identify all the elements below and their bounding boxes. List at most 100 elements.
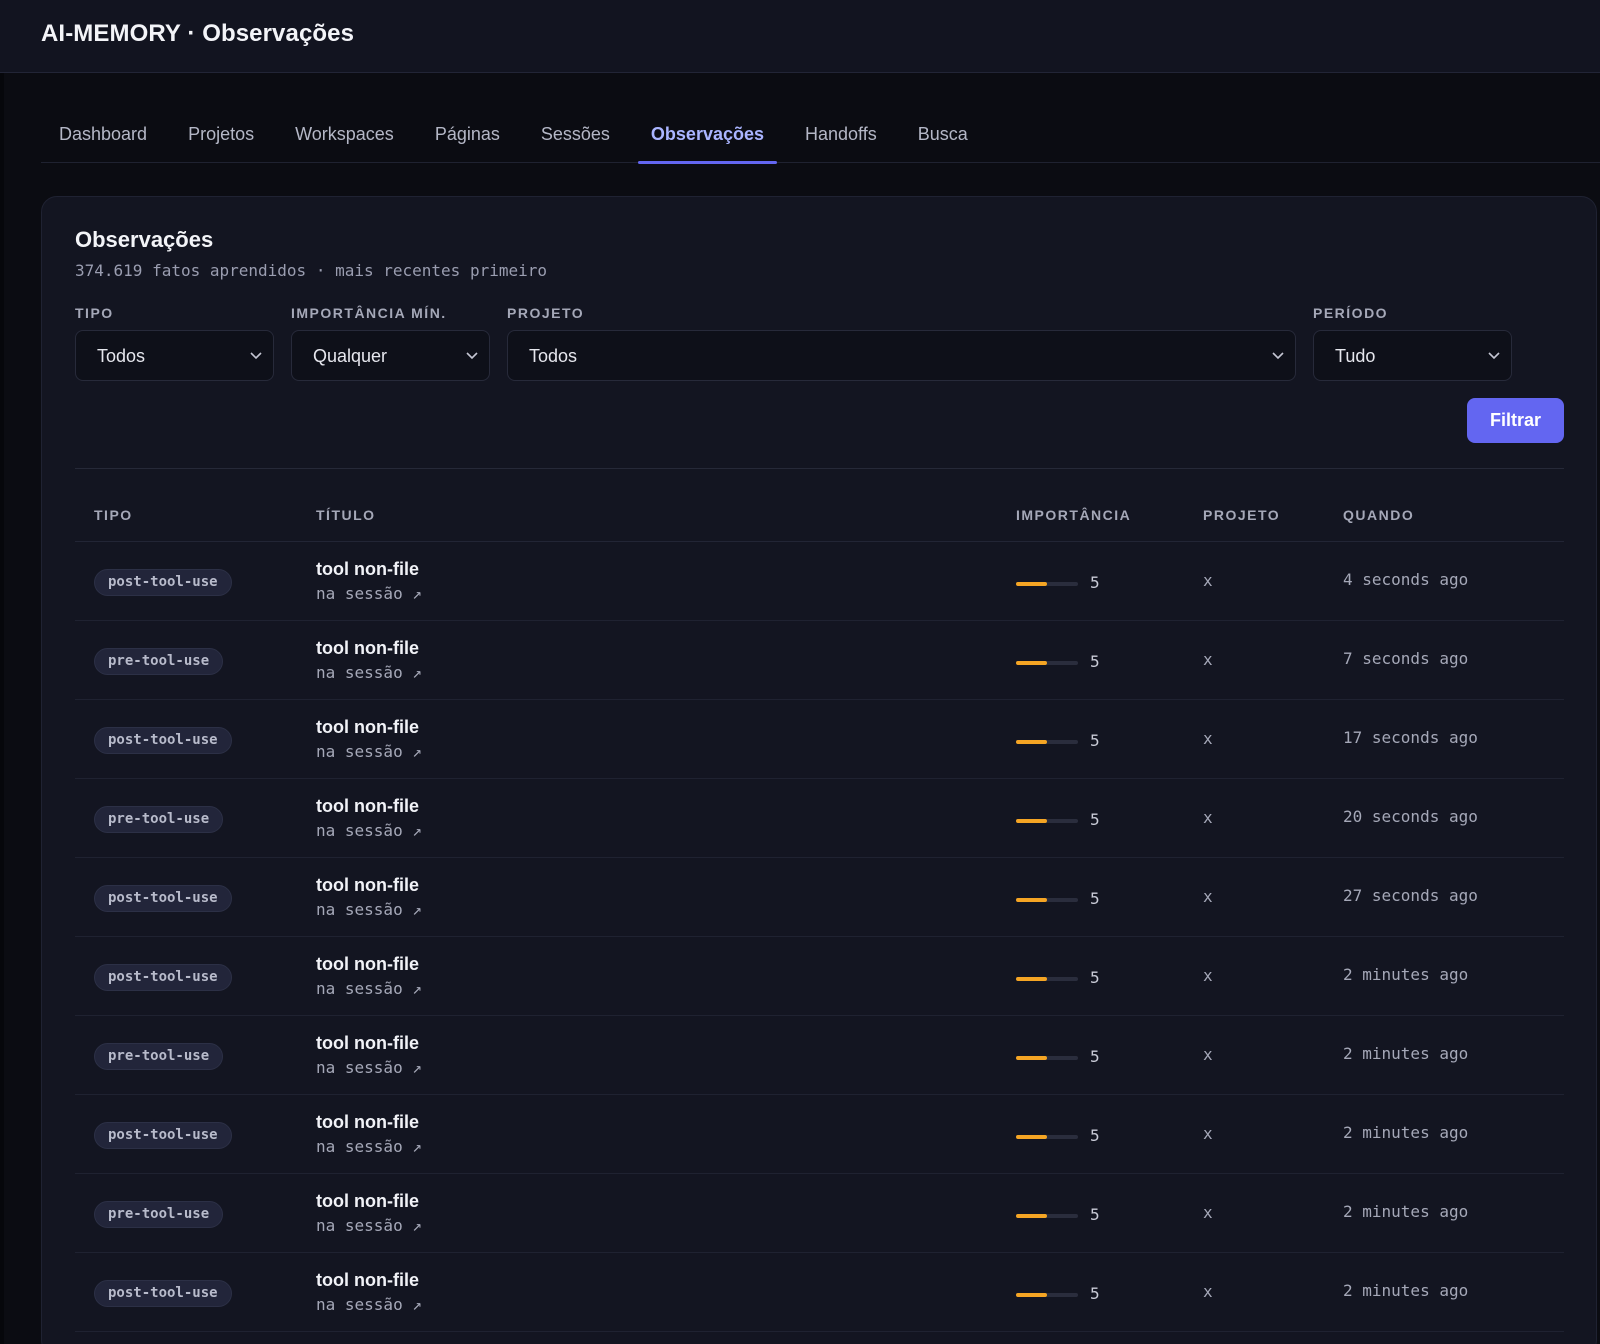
observation-title[interactable]: tool non-file xyxy=(316,875,419,896)
filter-label-tipo: TIPO xyxy=(75,305,114,321)
timestamp: 2 minutes ago xyxy=(1343,1123,1469,1142)
importance-bar xyxy=(1016,661,1078,665)
type-badge: post-tool-use xyxy=(94,1122,232,1149)
importance-bar-fill xyxy=(1016,661,1047,665)
importance-bar-fill xyxy=(1016,1056,1047,1060)
table-row: pre-tool-use tool non-file na sessão ↗ 5… xyxy=(75,779,1564,858)
project-value: x xyxy=(1203,729,1213,748)
session-link[interactable]: na sessão ↗ xyxy=(316,663,422,682)
observation-title[interactable]: tool non-file xyxy=(316,1270,419,1291)
tab-sessoes[interactable]: Sessões xyxy=(523,110,628,163)
timestamp: 2 minutes ago xyxy=(1343,1044,1469,1063)
table-row: pre-tool-use tool non-file na sessão ↗ 5… xyxy=(75,621,1564,700)
observation-title[interactable]: tool non-file xyxy=(316,1191,419,1212)
importance-value: 5 xyxy=(1090,889,1100,908)
tab-observacoes[interactable]: Observações xyxy=(633,110,782,164)
filter-label-importancia: IMPORTÂNCIA MÍN. xyxy=(291,305,447,321)
projeto-select[interactable]: Todos xyxy=(507,330,1296,381)
importance-bar xyxy=(1016,740,1078,744)
importance-bar xyxy=(1016,1135,1078,1139)
session-link[interactable]: na sessão ↗ xyxy=(316,1058,422,1077)
importance-bar xyxy=(1016,1056,1078,1060)
importancia-select[interactable]: Qualquer xyxy=(291,330,490,381)
table-row: post-tool-use tool non-file na sessão ↗ … xyxy=(75,937,1564,1016)
timestamp: 27 seconds ago xyxy=(1343,886,1478,905)
tipo-select[interactable]: Todos xyxy=(75,330,274,381)
session-link[interactable]: na sessão ↗ xyxy=(316,1295,422,1314)
filter-button[interactable]: Filtrar xyxy=(1467,398,1564,443)
project-value: x xyxy=(1203,571,1213,590)
project-value: x xyxy=(1203,1124,1213,1143)
timestamp: 7 seconds ago xyxy=(1343,649,1469,668)
project-value: x xyxy=(1203,650,1213,669)
app-header: AI-MEMORY · Observações xyxy=(0,0,1600,73)
type-badge: pre-tool-use xyxy=(94,1043,224,1070)
observations-card: Observações 374.619 fatos aprendidos · m… xyxy=(41,196,1597,1344)
table-row: post-tool-use tool non-file na sessão ↗ … xyxy=(75,700,1564,779)
type-badge: post-tool-use xyxy=(94,964,232,991)
tab-handoffs[interactable]: Handoffs xyxy=(787,110,895,163)
importance-value: 5 xyxy=(1090,1284,1100,1303)
table-row: pre-tool-use tool non-file na sessão ↗ 5… xyxy=(75,1016,1564,1095)
importance-bar-fill xyxy=(1016,977,1047,981)
tab-busca[interactable]: Busca xyxy=(900,110,986,163)
project-value: x xyxy=(1203,808,1213,827)
observation-title[interactable]: tool non-file xyxy=(316,1112,419,1133)
importance-bar-fill xyxy=(1016,1214,1047,1218)
importance-bar xyxy=(1016,819,1078,823)
session-link[interactable]: na sessão ↗ xyxy=(316,821,422,840)
observation-title[interactable]: tool non-file xyxy=(316,717,419,738)
project-value: x xyxy=(1203,1045,1213,1064)
importance-value: 5 xyxy=(1090,1126,1100,1145)
tipo-select-value: Todos xyxy=(97,346,146,366)
project-value: x xyxy=(1203,1203,1213,1222)
type-badge: post-tool-use xyxy=(94,569,232,596)
column-header-titulo: TÍTULO xyxy=(316,507,376,523)
session-link[interactable]: na sessão ↗ xyxy=(316,1216,422,1235)
timestamp: 4 seconds ago xyxy=(1343,570,1469,589)
tab-paginas[interactable]: Páginas xyxy=(417,110,518,163)
periodo-select-value: Tudo xyxy=(1335,346,1376,366)
chevron-down-icon xyxy=(250,352,262,360)
chevron-down-icon xyxy=(1272,352,1284,360)
session-link[interactable]: na sessão ↗ xyxy=(316,742,422,761)
observation-title[interactable]: tool non-file xyxy=(316,954,419,975)
table-header: TIPO TÍTULO IMPORTÂNCIA PROJETO QUANDO xyxy=(75,499,1564,542)
table-row: post-tool-use tool non-file na sessão ↗ … xyxy=(75,1095,1564,1174)
column-header-tipo: TIPO xyxy=(94,507,133,523)
filter-label-projeto: PROJETO xyxy=(507,305,585,321)
importance-bar-fill xyxy=(1016,898,1047,902)
importancia-select-value: Qualquer xyxy=(313,346,388,366)
filter-label-periodo: PERÍODO xyxy=(1313,305,1389,321)
timestamp: 2 minutes ago xyxy=(1343,965,1469,984)
session-link[interactable]: na sessão ↗ xyxy=(316,584,422,603)
projeto-select-value: Todos xyxy=(529,346,578,366)
importance-value: 5 xyxy=(1090,1047,1100,1066)
page-title: Observações xyxy=(75,227,214,252)
tab-dashboard[interactable]: Dashboard xyxy=(41,110,165,163)
page-subtitle: 374.619 fatos aprendidos · mais recentes… xyxy=(75,261,548,280)
observation-title[interactable]: tool non-file xyxy=(316,638,419,659)
filters-divider xyxy=(75,468,1564,469)
periodo-select[interactable]: Tudo xyxy=(1313,330,1512,381)
table-row: pre-tool-use tool non-file na sessão ↗ 5… xyxy=(75,1174,1564,1253)
chevron-down-icon xyxy=(466,352,478,360)
session-link[interactable]: na sessão ↗ xyxy=(316,1137,422,1156)
session-link[interactable]: na sessão ↗ xyxy=(316,900,422,919)
type-badge: post-tool-use xyxy=(94,885,232,912)
importance-value: 5 xyxy=(1090,573,1100,592)
tab-workspaces[interactable]: Workspaces xyxy=(277,110,412,163)
column-header-quando: QUANDO xyxy=(1343,507,1415,523)
importance-bar xyxy=(1016,977,1078,981)
project-value: x xyxy=(1203,966,1213,985)
importance-bar xyxy=(1016,898,1078,902)
table-row: post-tool-use tool non-file na sessão ↗ … xyxy=(75,858,1564,937)
observation-title[interactable]: tool non-file xyxy=(316,1033,419,1054)
observation-title[interactable]: tool non-file xyxy=(316,559,419,580)
tab-projetos[interactable]: Projetos xyxy=(170,110,272,163)
importance-value: 5 xyxy=(1090,652,1100,671)
chevron-down-icon xyxy=(1488,352,1500,360)
session-link[interactable]: na sessão ↗ xyxy=(316,979,422,998)
observation-title[interactable]: tool non-file xyxy=(316,796,419,817)
app-title: AI-MEMORY · Observações xyxy=(41,20,355,47)
